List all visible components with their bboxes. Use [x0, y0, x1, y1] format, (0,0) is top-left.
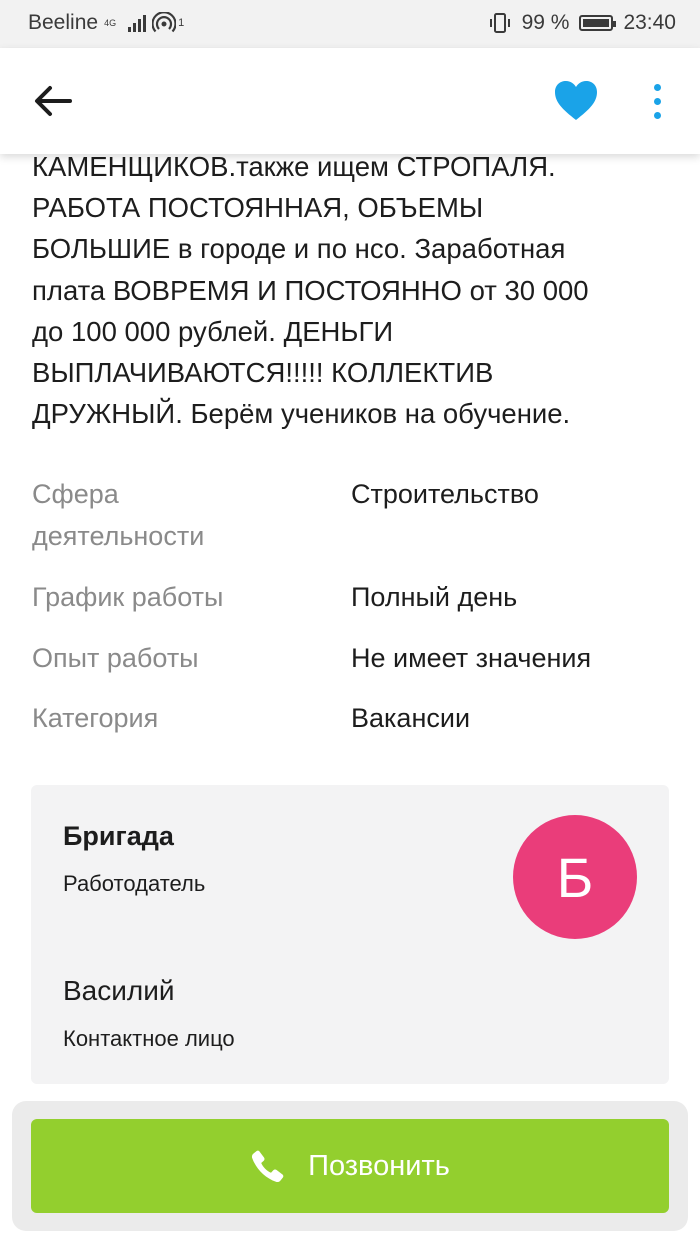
- hotspot-icon: [152, 12, 177, 33]
- heart-icon: [555, 81, 597, 120]
- description-line: ВЫПЛАЧИВАЮТСЯ!!!!! КОЛЛЕКТИВ: [32, 357, 494, 389]
- network-type: 4G: [104, 17, 117, 28]
- listing-description: КАМЕНЩИКОВ.также ищем СТРОПАЛЯ. РАБОТА П…: [32, 146, 672, 434]
- status-right: 99 % 23:40: [488, 11, 676, 35]
- attribute-label: Опыт работы: [32, 643, 199, 673]
- description-line: РАБОТА ПОСТОЯННАЯ, ОБЪЕМЫ: [32, 192, 484, 224]
- phone-icon: [252, 1150, 284, 1183]
- status-left: Beeline 4G 1: [28, 11, 184, 35]
- call-button[interactable]: Позвонить: [31, 1119, 669, 1213]
- description-line: до 100 000 рублей. ДЕНЬГИ: [32, 315, 394, 347]
- attribute-label-line: деятельности: [32, 521, 205, 551]
- attribute-value: Вакансии: [351, 703, 471, 733]
- hotspot-badge: 1: [178, 17, 185, 29]
- employer-name: Бригада: [63, 821, 174, 851]
- attribute-value: Не имеет значения: [351, 643, 592, 673]
- employer-avatar: Б: [513, 815, 637, 939]
- attribute-label-line: Сфера: [32, 479, 119, 509]
- attribute-value: Строительство: [351, 479, 539, 509]
- employer-card[interactable]: Бригада Работодатель Б Василий Контактно…: [31, 785, 669, 1084]
- vibrate-icon: [489, 13, 510, 33]
- description-line: плата ВОВРЕМЯ И ПОСТОЯННО от 30 000: [32, 274, 589, 306]
- listing-content[interactable]: КАМЕНЩИКОВ.также ищем СТРОПАЛЯ. РАБОТА П…: [0, 140, 700, 1244]
- call-button-label: Позвонить: [308, 1149, 450, 1182]
- contact-role: Контактное лицо: [63, 1026, 235, 1051]
- clock: 23:40: [623, 11, 676, 34]
- description-line: ДРУЖНЫЙ. Берём учеников на обучение.: [32, 398, 571, 430]
- more-options-button[interactable]: [640, 82, 674, 122]
- battery-percent: 99 %: [521, 11, 570, 34]
- battery-icon: [579, 15, 617, 31]
- bottom-action-bar: Позвонить: [12, 1101, 688, 1231]
- signal-icon: [128, 14, 147, 32]
- back-button[interactable]: [30, 81, 76, 121]
- arrow-left-icon: [35, 86, 72, 116]
- employer-role: Работодатель: [63, 871, 206, 896]
- favorite-button[interactable]: [552, 78, 600, 124]
- attribute-label: Сфера деятельности: [32, 473, 332, 557]
- carrier-name: Beeline: [28, 11, 99, 34]
- status-bar: Beeline 4G 1 99 % 23:40: [0, 0, 700, 48]
- app-toolbar: [0, 48, 700, 154]
- attribute-value: Полный день: [351, 582, 518, 612]
- attribute-label: График работы: [32, 582, 224, 612]
- contact-name: Василий: [63, 975, 175, 1006]
- attribute-label: Категория: [32, 703, 159, 733]
- description-line: БОЛЬШИЕ в городе и по нсо. Заработная: [32, 233, 566, 265]
